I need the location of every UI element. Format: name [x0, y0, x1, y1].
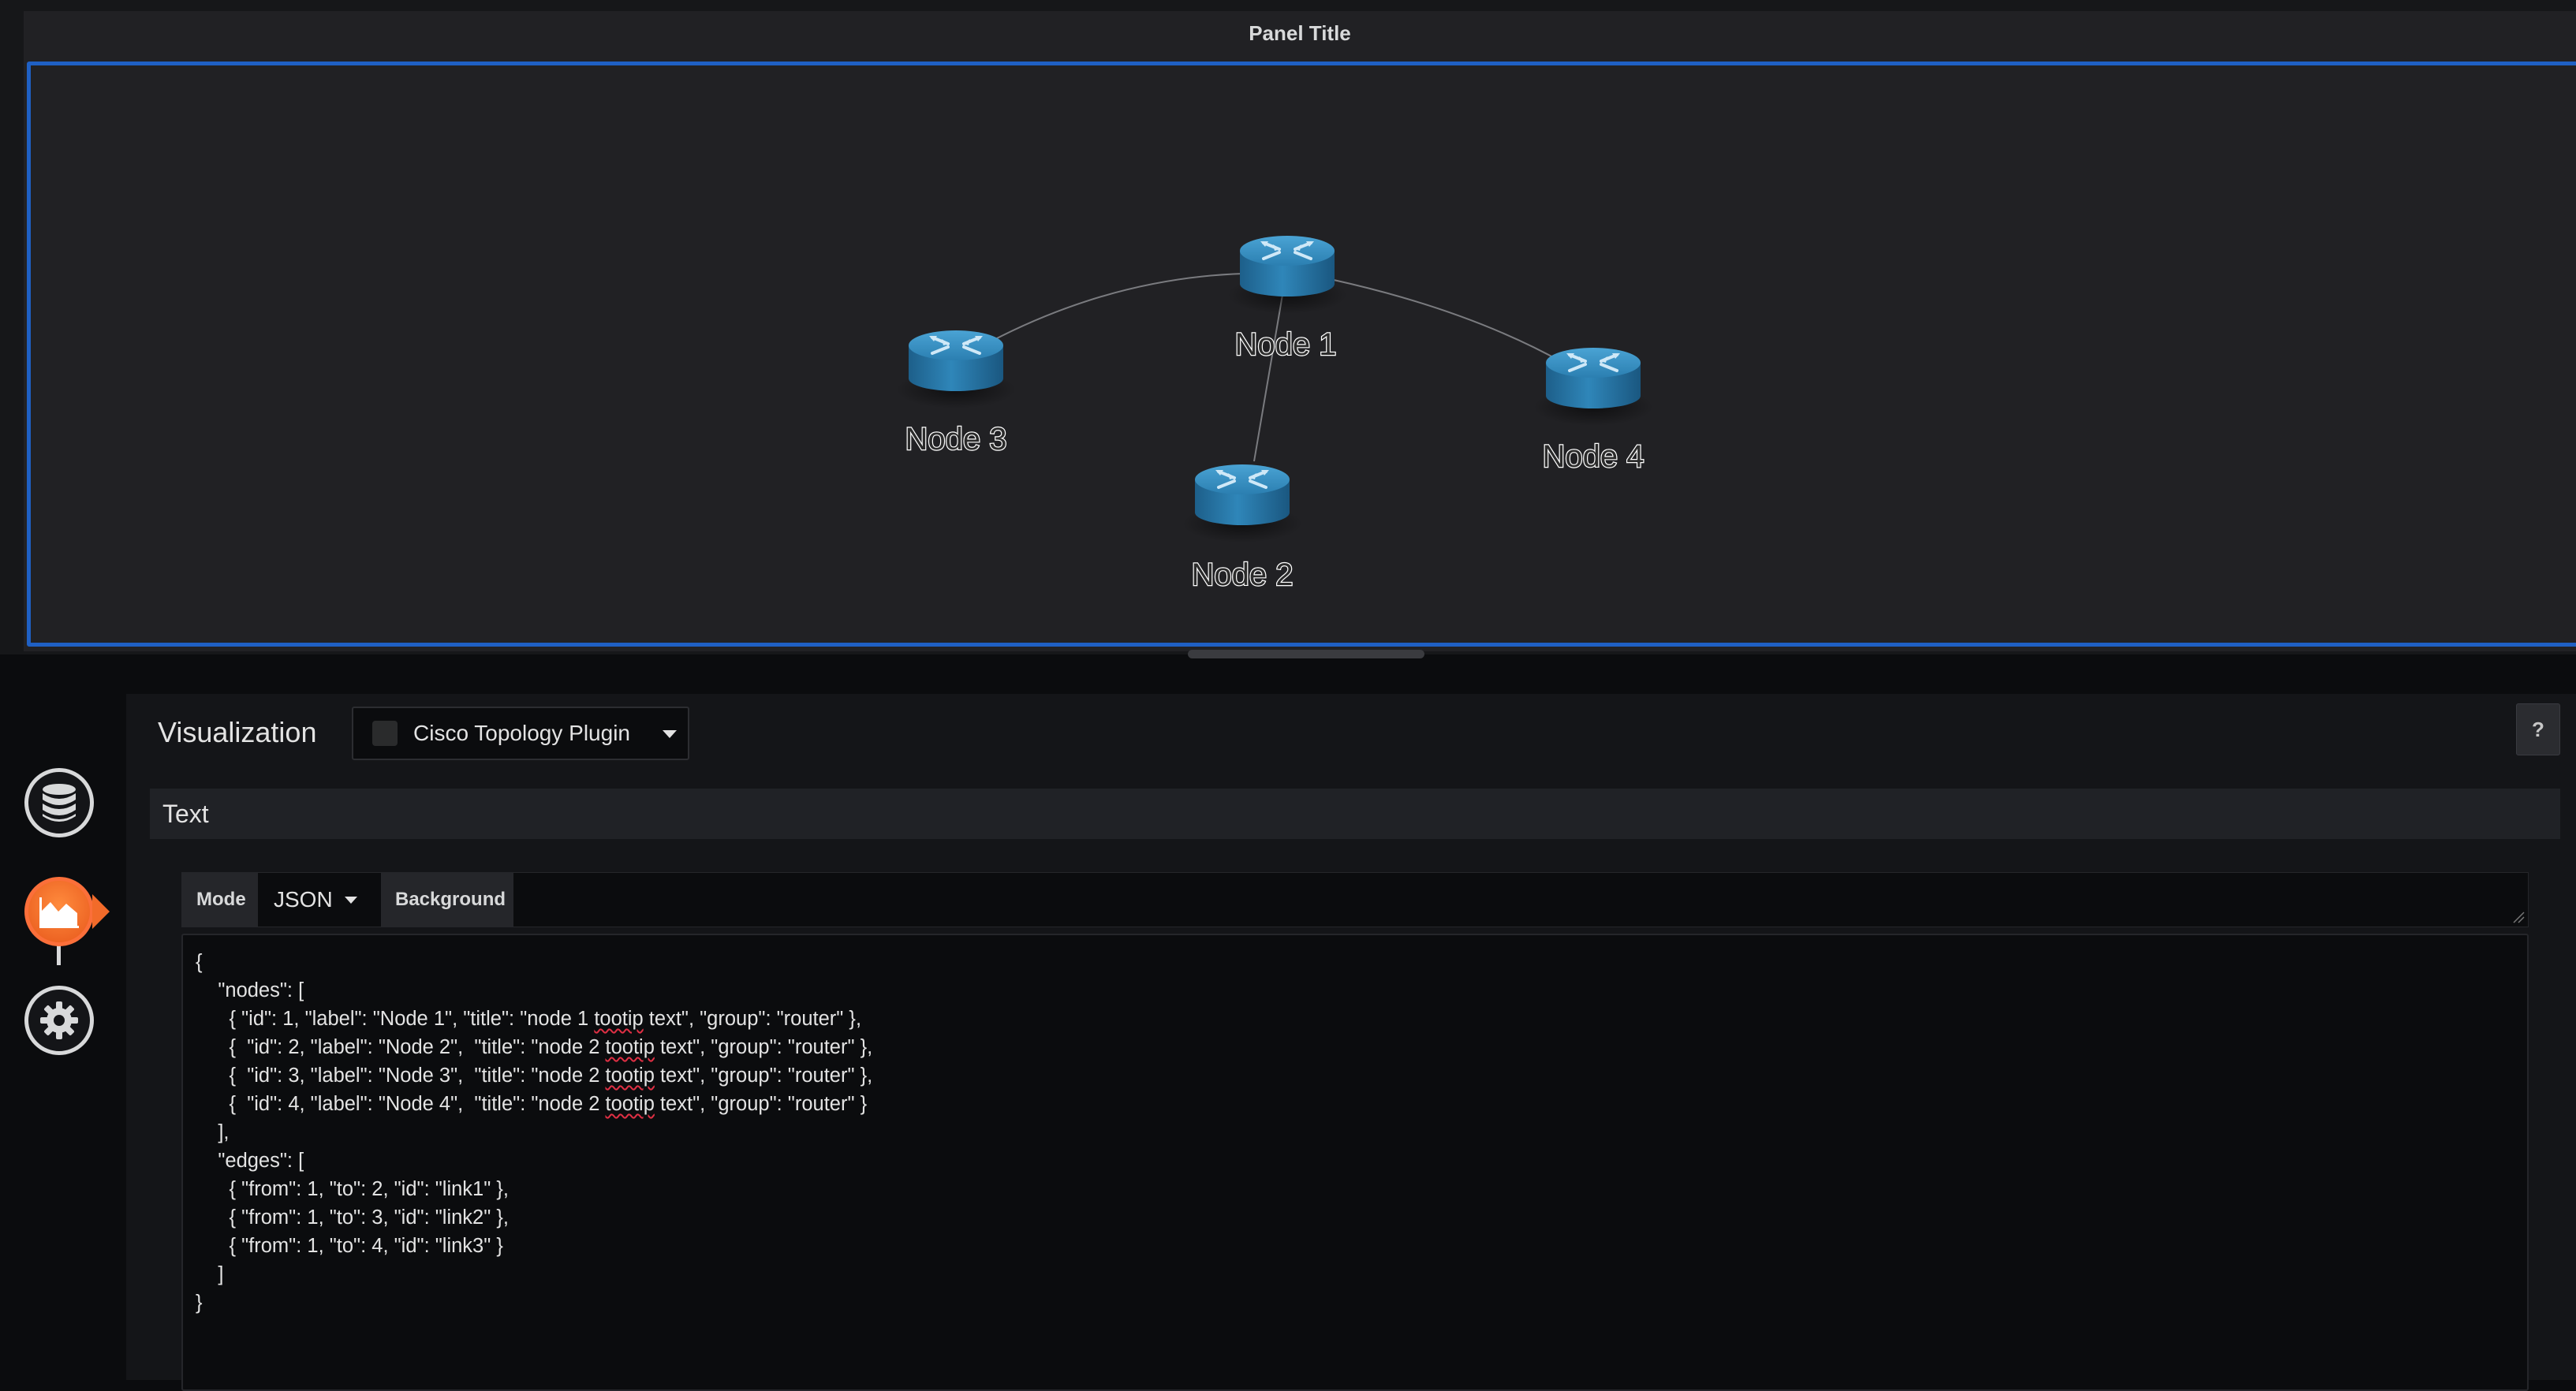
- background-input[interactable]: [513, 873, 2528, 927]
- editor-line: { "id": 3, "label": "Node 3", "title": "…: [196, 1065, 873, 1087]
- area-chart-icon: [39, 897, 79, 928]
- router-node-2[interactable]: Node 2: [1181, 463, 1304, 593]
- editor-line: { "id": 1, "label": "Node 1", "title": "…: [196, 1008, 862, 1030]
- router-icon: [894, 329, 1017, 410]
- mode-select[interactable]: JSON: [258, 873, 373, 927]
- nodes-layer: Node 1 Node 2 Node 3 Node 4: [894, 234, 1655, 593]
- editor-side-nav: [0, 654, 126, 1380]
- editor-line: "nodes": [: [196, 979, 304, 1001]
- active-nav-pointer: [92, 894, 110, 929]
- spellcheck-word: tootip: [594, 1008, 644, 1030]
- editor-line: ]: [196, 1263, 224, 1285]
- editor-line: { "id": 4, "label": "Node 4", "title": "…: [196, 1093, 868, 1115]
- visualization-picker-value: Cisco Topology Plugin: [413, 721, 630, 745]
- section-header[interactable]: Text: [150, 789, 2560, 839]
- router-node-3[interactable]: Node 3: [894, 329, 1017, 457]
- router-icon: [1532, 346, 1655, 427]
- mode-label: Mode: [182, 873, 260, 927]
- router-node-4[interactable]: Node 4: [1532, 346, 1655, 475]
- spellcheck-word: tootip: [605, 1036, 655, 1058]
- chevron-down-icon: [345, 897, 357, 904]
- edge-link2[interactable]: [995, 273, 1245, 340]
- editor-line: ],: [196, 1121, 230, 1143]
- database-icon: [43, 784, 76, 822]
- visualization-nav-button[interactable]: [24, 877, 94, 946]
- resize-grip-icon[interactable]: [2512, 911, 2525, 923]
- panel-resize-handle[interactable]: [1188, 650, 1424, 658]
- queries-nav-button[interactable]: [24, 768, 94, 837]
- node-label: Node 4: [1543, 439, 1645, 474]
- editor-line: {: [196, 951, 203, 973]
- editor-line: { "from": 1, "to": 2, "id": "link1" },: [196, 1178, 509, 1200]
- node-label: Node 3: [905, 422, 1007, 457]
- mode-row: Mode JSON Background: [181, 872, 2529, 927]
- mode-select-value: JSON: [274, 887, 333, 912]
- visualization-picker[interactable]: Cisco Topology Plugin: [352, 707, 689, 760]
- node-label: Node 2: [1192, 558, 1294, 592]
- router-icon: [1181, 463, 1304, 544]
- visualization-editor: Visualization Cisco Topology Plugin ? Te…: [126, 694, 2576, 1391]
- text-options-section: Text Mode JSON Background { "nodes": [ {…: [150, 789, 2560, 1391]
- panel-area: Panel Title Node 1 Node 2 Node 3 Node 4: [0, 0, 2576, 658]
- edge-link1[interactable]: [1253, 289, 1284, 462]
- editor-line: { "id": 2, "label": "Node 2", "title": "…: [196, 1036, 873, 1058]
- spellcheck-word: tootip: [605, 1093, 655, 1115]
- general-nav-button[interactable]: [24, 986, 94, 1055]
- section-body: Mode JSON Background { "nodes": [ { "id"…: [150, 839, 2560, 1391]
- help-button[interactable]: ?: [2516, 703, 2560, 755]
- background-label: Background: [381, 873, 521, 927]
- node-label: Node 1: [1235, 327, 1337, 362]
- edge-link3[interactable]: [1333, 279, 1564, 364]
- spellcheck-word: tootip: [605, 1065, 655, 1087]
- visualization-label: Visualization: [158, 716, 317, 748]
- editor-line: }: [196, 1292, 203, 1314]
- topology-graph[interactable]: Node 1 Node 2 Node 3 Node 4: [0, 0, 2576, 654]
- router-node-1[interactable]: Node 1: [1226, 234, 1349, 363]
- plugin-icon: [372, 721, 398, 746]
- settings-icon: [40, 1001, 78, 1039]
- json-text-editor[interactable]: { "nodes": [ { "id": 1, "label": "Node 1…: [181, 934, 2529, 1391]
- editor-line: "edges": [: [196, 1150, 304, 1172]
- editor-line: { "from": 1, "to": 3, "id": "link2" },: [196, 1206, 509, 1229]
- router-icon: [1226, 234, 1349, 315]
- editor-line: { "from": 1, "to": 4, "id": "link3" }: [196, 1235, 503, 1257]
- chevron-down-icon: [663, 730, 677, 738]
